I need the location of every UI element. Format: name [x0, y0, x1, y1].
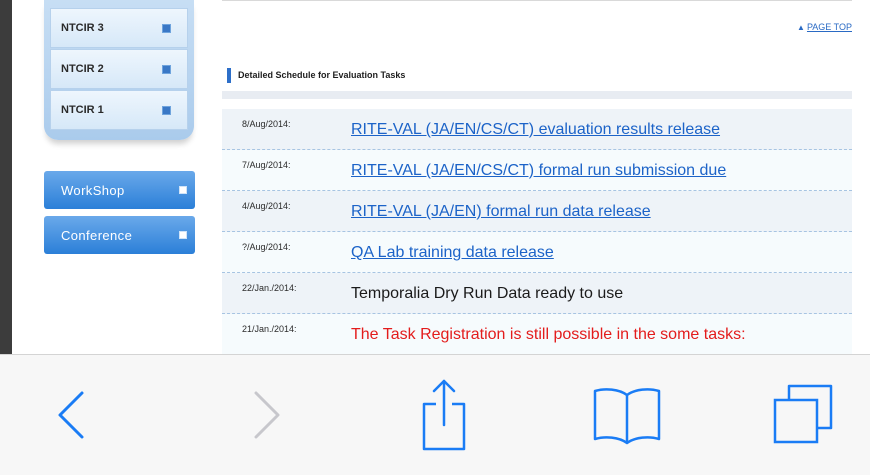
arrow-right-icon [162, 65, 171, 74]
arrow-right-icon [162, 106, 171, 115]
browser-toolbar [0, 354, 870, 475]
schedule-date: ?/Aug/2014: [242, 242, 291, 252]
schedule-row: 8/Aug/2014: RITE-VAL (JA/EN/CS/CT) evalu… [222, 109, 852, 150]
conference-button[interactable]: Conference [44, 216, 195, 254]
sidebar-item-ntcir-3[interactable]: NTCIR 3 [50, 8, 188, 48]
workshop-button[interactable]: WorkShop [44, 171, 195, 209]
schedule-date: 8/Aug/2014: [242, 119, 291, 129]
schedule-list: 8/Aug/2014: RITE-VAL (JA/EN/CS/CT) evalu… [222, 109, 852, 355]
schedule-row: 22/Jan./2014: Temporalia Dry Run Data re… [222, 273, 852, 314]
schedule-link[interactable]: RITE-VAL (JA/EN) formal run data release [351, 203, 651, 221]
arrow-right-icon [179, 231, 187, 239]
schedule-link[interactable]: RITE-VAL (JA/EN/CS/CT) evaluation result… [351, 121, 720, 139]
page-top-label: PAGE TOP [806, 22, 852, 32]
arrow-up-icon: ▲ [797, 23, 805, 32]
arrow-right-icon [179, 186, 187, 194]
schedule-date: 21/Jan./2014: [242, 324, 297, 334]
tabs-button[interactable] [764, 375, 844, 455]
bookmarks-button[interactable] [587, 375, 667, 455]
schedule-row: 4/Aug/2014: RITE-VAL (JA/EN) formal run … [222, 191, 852, 232]
sidebar-item-ntcir-2[interactable]: NTCIR 2 [50, 49, 188, 89]
schedule-row: 7/Aug/2014: RITE-VAL (JA/EN/CS/CT) forma… [222, 150, 852, 191]
sidebar-item-ntcir-1[interactable]: NTCIR 1 [50, 90, 188, 130]
sidebar-item-label: NTCIR 1 [61, 104, 104, 116]
schedule-link[interactable]: QA Lab training data release [351, 244, 554, 262]
share-icon [422, 379, 466, 451]
conference-label: Conference [61, 227, 133, 243]
schedule-alert-text: The Task Registration is still possible … [351, 326, 746, 343]
schedule-row: ?/Aug/2014: QA Lab training data release [222, 232, 852, 273]
schedule-date: 4/Aug/2014: [242, 201, 291, 211]
section-divider [222, 91, 852, 99]
schedule-date: 7/Aug/2014: [242, 160, 291, 170]
schedule-link[interactable]: RITE-VAL (JA/EN/CS/CT) formal run submis… [351, 162, 726, 180]
sidebar-item-label: NTCIR 3 [61, 22, 104, 34]
share-button[interactable] [404, 375, 484, 455]
section-title: Detailed Schedule for Evaluation Tasks [227, 68, 405, 83]
schedule-date: 22/Jan./2014: [242, 283, 297, 293]
back-icon [58, 391, 84, 439]
forward-icon [254, 391, 280, 439]
ntcir-menu-panel: NTCIR 3 NTCIR 2 NTCIR 1 [44, 0, 194, 140]
back-button[interactable] [32, 375, 112, 455]
workshop-label: WorkShop [61, 182, 125, 198]
tabs-icon [773, 384, 833, 444]
schedule-row: 21/Jan./2014: The Task Registration is s… [222, 314, 852, 355]
forward-button[interactable] [226, 375, 306, 455]
schedule-text: Temporalia Dry Run Data ready to use [351, 285, 624, 302]
bookmarks-icon [593, 388, 661, 445]
arrow-right-icon [162, 24, 171, 33]
sidebar-item-label: NTCIR 2 [61, 63, 104, 75]
page-top-link[interactable]: ▲ PAGE TOP [797, 22, 852, 32]
top-divider [222, 0, 852, 1]
